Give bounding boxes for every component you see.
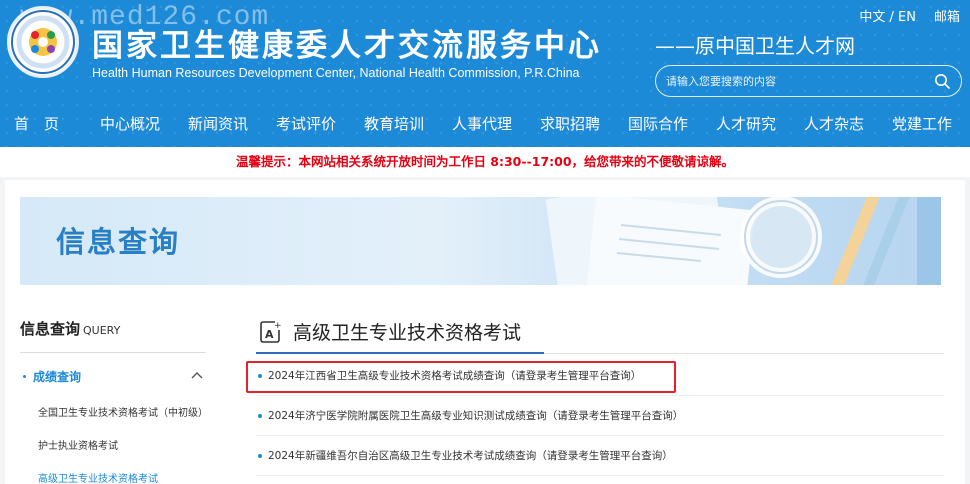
nav-item-news[interactable]: 新闻资讯 bbox=[188, 105, 248, 143]
bullet-icon bbox=[258, 414, 262, 418]
sidebar-category-scores[interactable]: 成绩查询 bbox=[20, 366, 206, 388]
page-title: 信息查询 bbox=[56, 225, 181, 259]
nav-item-international[interactable]: 国际合作 bbox=[628, 105, 688, 143]
sidebar-title-cn: 信息查询 bbox=[20, 320, 81, 338]
list-item-link[interactable]: 2024年新疆维吾尔自治区高级卫生专业技术考试成绩查询（请登录考生管理平台查询） bbox=[268, 448, 673, 463]
nav-item-exams[interactable]: 考试评价 bbox=[276, 105, 336, 143]
magnifier-documents-illustration-icon bbox=[545, 197, 941, 285]
bullet-icon bbox=[258, 454, 262, 458]
content-title-underline bbox=[256, 352, 544, 354]
page-banner: 信息查询 bbox=[20, 197, 941, 285]
site-title-english: Health Human Resources Development Cente… bbox=[92, 66, 580, 80]
nav-item-about[interactable]: 中心概况 bbox=[100, 105, 160, 143]
sidebar-title: 信息查询 QUERY bbox=[20, 318, 120, 339]
list-item[interactable]: 2024年新疆维吾尔自治区高级卫生专业技术考试成绩查询（请登录考生管理平台查询） bbox=[256, 436, 944, 476]
sidebar-category-label: 成绩查询 bbox=[33, 370, 82, 384]
sidebar-divider bbox=[20, 352, 206, 353]
sidebar-title-en: QUERY bbox=[83, 324, 121, 337]
search-icon[interactable] bbox=[933, 72, 951, 90]
language-switch-link[interactable]: 中文 / EN bbox=[859, 6, 916, 25]
search-input[interactable] bbox=[666, 74, 933, 88]
site-header: www.med126.com 国家卫生健康委人才交流服务中心 Health Hu… bbox=[0, 0, 970, 147]
sidebar-item-national-exam[interactable]: 全国卫生专业技术资格考试（中初级） bbox=[38, 404, 208, 419]
logo-emblem-icon bbox=[11, 10, 75, 74]
svg-text:+: + bbox=[274, 321, 282, 331]
bullet-icon bbox=[23, 375, 26, 378]
list-item-link[interactable]: 2024年济宁医学院附属医院卫生高级专业知识测试成绩查询（请登录考生管理平台查询… bbox=[268, 408, 683, 423]
sidebar-item-nurse-exam[interactable]: 护士执业资格考试 bbox=[38, 437, 118, 452]
site-subtitle: ——原中国卫生人才网 bbox=[655, 34, 855, 58]
site-title: 国家卫生健康委人才交流服务中心 bbox=[92, 28, 602, 64]
content-title: 高级卫生专业技术资格考试 bbox=[293, 322, 522, 344]
site-logo[interactable] bbox=[7, 6, 79, 78]
notice-banner: 温馨提示：本网站相关系统开放时间为工作日 8:30--17:00，给您带来的不便… bbox=[0, 147, 970, 177]
list-item[interactable]: 2024年济宁医学院附属医院卫生高级专业知识测试成绩查询（请登录考生管理平台查询… bbox=[256, 396, 944, 436]
nav-item-party[interactable]: 党建工作 bbox=[892, 105, 952, 143]
svg-text:A: A bbox=[265, 328, 274, 341]
highlight-annotation-box bbox=[246, 361, 676, 393]
content-divider bbox=[544, 353, 944, 354]
exam-edit-icon: A + bbox=[257, 318, 285, 350]
nav-item-training[interactable]: 教育培训 bbox=[364, 105, 424, 143]
mail-link[interactable]: 邮箱 bbox=[934, 6, 960, 25]
nav-item-research[interactable]: 人才研究 bbox=[716, 105, 776, 143]
sidebar-item-senior-exam[interactable]: 高级卫生专业技术资格考试 bbox=[38, 470, 158, 484]
chevron-up-icon[interactable] bbox=[190, 368, 204, 387]
nav-item-home[interactable]: 首 页 bbox=[14, 105, 59, 143]
nav-item-hr-agency[interactable]: 人事代理 bbox=[452, 105, 512, 143]
top-links: 中文 / EN 邮箱 bbox=[859, 6, 960, 25]
nav-item-jobs[interactable]: 求职招聘 bbox=[540, 105, 600, 143]
main-nav: 首 页 中心概况 新闻资讯 考试评价 教育培训 人事代理 求职招聘 国际合作 人… bbox=[0, 105, 970, 143]
search-box bbox=[655, 65, 962, 97]
nav-item-magazine[interactable]: 人才杂志 bbox=[804, 105, 864, 143]
